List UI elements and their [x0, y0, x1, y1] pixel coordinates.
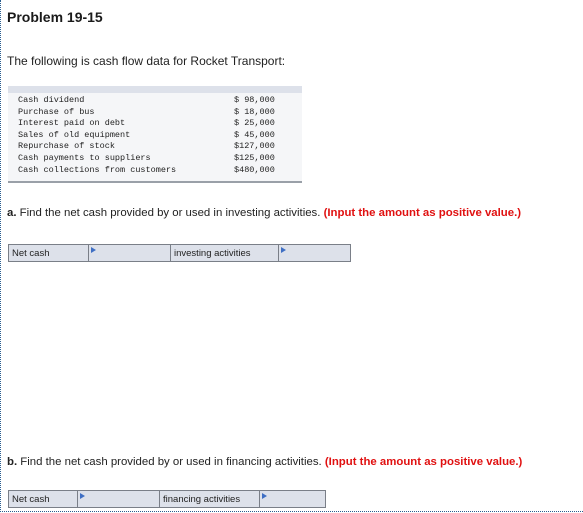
row-label: Cash dividend [18, 95, 85, 105]
question-text: Find the net cash provided by or used in… [17, 456, 325, 468]
row-value: $480,000 [234, 164, 275, 175]
table-row: Repurchase of stock $127,000 [18, 141, 275, 153]
question-b: b. Find the net cash provided by or used… [7, 456, 522, 468]
row-label: Cash payments to suppliers [18, 152, 151, 163]
net-cash-label: Net cash [8, 490, 78, 508]
provided-used-dropdown[interactable] [88, 244, 171, 262]
question-note: (Input the amount as positive value.) [324, 456, 523, 468]
provided-used-dropdown[interactable] [77, 490, 160, 508]
row-value: $ 45,000 [234, 129, 275, 140]
problem-title: Problem 19-15 [7, 9, 103, 25]
table-row: Cash dividend $ 98,000 [18, 95, 275, 107]
cash-flow-table: Cash dividend $ 98,000 Purchase of bus $… [18, 95, 275, 176]
input-marker-icon [281, 247, 286, 253]
answer-table-financing: Net cash financing activities [8, 490, 326, 508]
question-letter: a. [7, 207, 17, 219]
row-label: Cash collections from customers [18, 164, 177, 175]
dropdown-marker-icon [80, 493, 85, 499]
cash-flow-data-box: Cash dividend $ 98,000 Purchase of bus $… [8, 86, 302, 183]
intro-text: The following is cash flow data for Rock… [7, 54, 286, 68]
net-cash-label: Net cash [8, 244, 89, 262]
row-value: $125,000 [234, 152, 275, 163]
table-row: Cash collections from customers $480,000 [18, 165, 275, 177]
question-note: (Input the amount as positive value.) [323, 207, 522, 219]
answer-row: Net cash investing activities [8, 244, 351, 262]
row-label: Interest paid on debt [18, 118, 126, 129]
question-letter: b. [7, 456, 18, 468]
row-label: Sales of old equipment [18, 129, 131, 140]
question-text: Find the net cash provided by or used in… [16, 207, 324, 219]
row-label: Repurchase of stock [18, 141, 115, 152]
activity-label: investing activities [170, 244, 279, 262]
input-marker-icon [262, 493, 267, 499]
answer-table-investing: Net cash investing activities [8, 244, 351, 262]
data-box-header-band [8, 86, 302, 93]
row-value: $127,000 [234, 141, 275, 152]
answer-row: Net cash financing activities [8, 490, 326, 508]
table-row: Interest paid on debt $ 25,000 [18, 118, 275, 130]
table-row: Purchase of bus $ 18,000 [18, 107, 275, 119]
row-label: Purchase of bus [18, 106, 95, 117]
table-row: Sales of old equipment $ 45,000 [18, 130, 275, 142]
row-value: $ 25,000 [234, 118, 275, 129]
dropdown-marker-icon [91, 247, 96, 253]
activity-label: financing activities [159, 490, 260, 508]
row-value: $ 18,000 [234, 106, 275, 117]
row-value: $ 98,000 [234, 95, 275, 105]
question-a: a. Find the net cash provided by or used… [7, 207, 521, 219]
amount-input[interactable] [259, 490, 326, 508]
amount-input[interactable] [278, 244, 351, 262]
table-row: Cash payments to suppliers $125,000 [18, 153, 275, 165]
